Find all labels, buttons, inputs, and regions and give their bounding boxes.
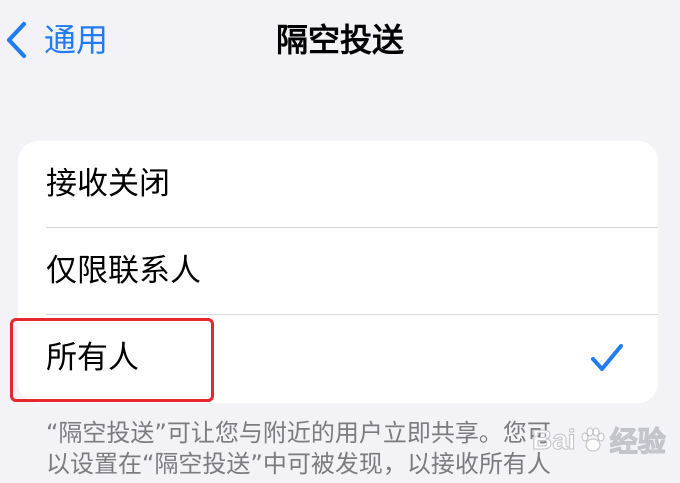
airdrop-description: “隔空投送”可让您与附近的用户立即共享。您可 以设置在“隔空投送”中可被发现，以… xyxy=(46,418,656,480)
option-label: 接收关闭 xyxy=(46,166,170,202)
page-title: 隔空投送 xyxy=(275,21,404,59)
option-receiving-off[interactable]: 接收关闭 xyxy=(18,141,658,228)
option-label: 仅限联系人 xyxy=(46,253,201,289)
checkmark-icon xyxy=(590,342,624,374)
airdrop-options-list: 接收关闭 仅限联系人 所有人 xyxy=(18,141,658,403)
description-line: “隔空投送”可让您与附近的用户立即共享。您可 xyxy=(46,419,551,447)
description-line: 以设置在“隔空投送”中可被发现，以接收所有人 xyxy=(46,450,551,478)
navigation-bar: 通用 隔空投送 xyxy=(0,0,680,80)
option-everyone[interactable]: 所有人 xyxy=(18,315,658,402)
option-contacts-only[interactable]: 仅限联系人 xyxy=(18,228,658,315)
option-label: 所有人 xyxy=(46,340,139,376)
